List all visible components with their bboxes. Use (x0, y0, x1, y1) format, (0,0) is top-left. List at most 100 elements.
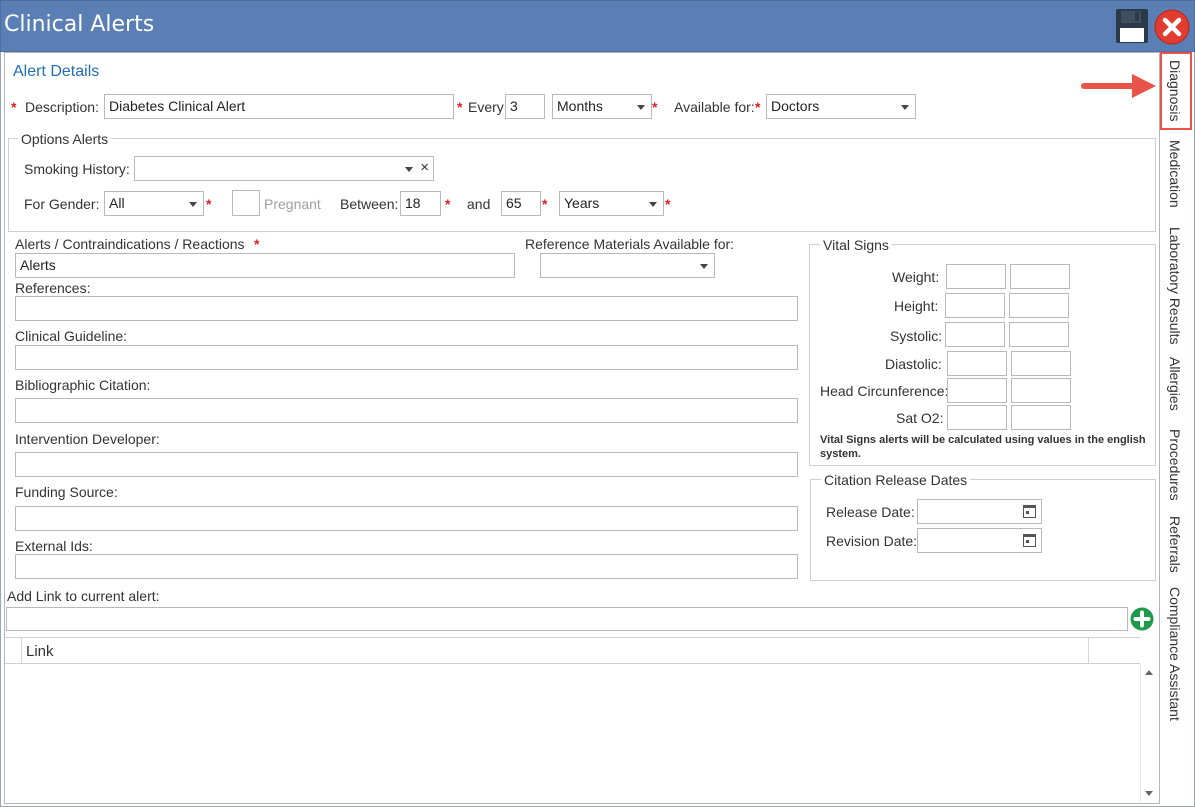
alerts-input[interactable]: Alerts (15, 253, 515, 278)
save-icon[interactable] (1115, 8, 1149, 44)
every-input[interactable]: 3 (505, 94, 545, 119)
gender-value: All (109, 195, 125, 211)
clear-icon[interactable]: × (420, 159, 429, 176)
external-ids-label: External Ids: (15, 538, 93, 554)
required-mark: * (652, 99, 658, 115)
gender-select[interactable]: All (104, 191, 204, 216)
release-date-input[interactable] (917, 499, 1042, 524)
chevron-down-icon (901, 105, 909, 110)
window-title: Clinical Alerts (4, 12, 155, 37)
reference-materials-select[interactable] (540, 253, 715, 278)
diastolic-label: Diastolic: (885, 356, 942, 372)
sat-o2-input-1[interactable] (947, 405, 1007, 430)
tab-allergies[interactable]: Allergies (1167, 357, 1183, 411)
sat-o2-input-2[interactable] (1011, 405, 1071, 430)
clinical-guideline-input[interactable] (15, 345, 798, 370)
required-mark: * (206, 196, 212, 212)
options-alerts-legend: Options Alerts (18, 131, 112, 147)
diastolic-input-1[interactable] (947, 351, 1007, 376)
chevron-down-icon (637, 105, 645, 110)
add-link-label: Add Link to current alert: (7, 588, 160, 604)
systolic-input-2[interactable] (1009, 322, 1069, 347)
age-unit-select[interactable]: Years (559, 191, 664, 216)
age-unit-value: Years (564, 195, 600, 211)
references-label: References: (15, 280, 91, 296)
weight-input-1[interactable] (946, 264, 1006, 289)
systolic-label: Systolic: (890, 328, 943, 344)
funding-source-input[interactable] (15, 506, 798, 531)
link-grid-body (5, 664, 1140, 802)
scroll-up-icon[interactable] (1145, 670, 1153, 675)
age-from-input[interactable]: 18 (400, 191, 441, 216)
alerts-label: Alerts / Contraindications / Reactions (15, 236, 245, 252)
link-column-header[interactable]: Link (26, 643, 54, 660)
head-circumference-input-1[interactable] (947, 378, 1007, 403)
title-bar (0, 0, 1195, 52)
tab-procedures[interactable]: Procedures (1167, 429, 1183, 501)
required-mark: * (457, 99, 463, 115)
tab-compliance-assistant[interactable]: Compliance Assistant (1167, 587, 1183, 721)
available-for-label: Available for: (674, 99, 755, 115)
head-circumference-label: Head Circunference: (820, 383, 949, 399)
alert-details-title: Alert Details (13, 63, 100, 80)
references-input[interactable] (15, 296, 798, 321)
add-link-icon[interactable] (1130, 607, 1154, 631)
every-unit-value: Months (557, 98, 603, 114)
diastolic-input-2[interactable] (1011, 351, 1071, 376)
bibliographic-citation-label: Bibliographic Citation: (15, 377, 151, 393)
revision-date-input[interactable] (917, 528, 1042, 553)
height-input-1[interactable] (945, 293, 1005, 318)
pregnant-label: Pregnant (264, 196, 321, 212)
required-mark: * (542, 196, 548, 212)
available-for-value: Doctors (771, 98, 820, 114)
tab-referrals[interactable]: Referrals (1167, 516, 1183, 573)
bibliographic-citation-input[interactable] (15, 398, 798, 423)
vital-signs-legend: Vital Signs (820, 237, 892, 253)
weight-label: Weight: (892, 269, 940, 285)
required-mark: * (254, 236, 260, 252)
required-mark: * (665, 196, 671, 212)
chevron-down-icon (649, 202, 657, 207)
sat-o2-label: Sat O2: (896, 410, 944, 426)
chevron-down-icon (189, 202, 197, 207)
height-label: Height: (894, 298, 939, 314)
required-mark: * (445, 196, 451, 212)
grid-column-divider (21, 638, 22, 663)
scroll-down-icon[interactable] (1145, 791, 1153, 796)
tab-medication[interactable]: Medication (1167, 140, 1183, 208)
intervention-developer-input[interactable] (15, 452, 798, 477)
height-input-2[interactable] (1009, 293, 1069, 318)
between-label: Between: (340, 196, 399, 212)
head-circumference-input-2[interactable] (1011, 378, 1071, 403)
revision-date-label: Revision Date: (826, 533, 918, 549)
chevron-down-icon (700, 264, 708, 269)
reference-materials-label: Reference Materials Available for: (525, 236, 735, 252)
pregnant-checkbox[interactable] (232, 190, 260, 216)
systolic-input-1[interactable] (945, 322, 1005, 347)
tab-diagnosis[interactable]: Diagnosis (1167, 60, 1183, 121)
citation-dates-legend: Citation Release Dates (821, 472, 971, 488)
annotation-arrow-icon (1080, 71, 1160, 101)
calendar-icon[interactable] (1023, 534, 1036, 547)
smoking-history-select[interactable]: × (134, 156, 434, 181)
description-input[interactable]: Diabetes Clinical Alert (104, 94, 454, 119)
smoking-history-label: Smoking History: (24, 161, 130, 177)
external-ids-input[interactable] (15, 554, 798, 579)
weight-input-2[interactable] (1010, 264, 1070, 289)
link-grid-scrollbar[interactable] (1140, 664, 1157, 802)
link-grid-header: Link (5, 637, 1140, 664)
add-link-input[interactable] (6, 607, 1128, 631)
gender-label: For Gender: (24, 196, 100, 212)
funding-source-label: Funding Source: (15, 484, 118, 500)
chevron-down-icon (405, 167, 413, 172)
and-label: and (467, 196, 491, 212)
every-label: Every: (468, 99, 508, 115)
every-unit-select[interactable]: Months (552, 94, 652, 119)
options-alerts-group (8, 138, 1156, 232)
calendar-icon[interactable] (1023, 505, 1036, 518)
age-to-input[interactable]: 65 (501, 191, 541, 216)
required-mark: * (11, 99, 17, 115)
tab-laboratory-results[interactable]: Laboratory Results (1167, 227, 1183, 345)
available-for-select[interactable]: Doctors (766, 94, 916, 119)
close-icon[interactable] (1154, 9, 1190, 45)
